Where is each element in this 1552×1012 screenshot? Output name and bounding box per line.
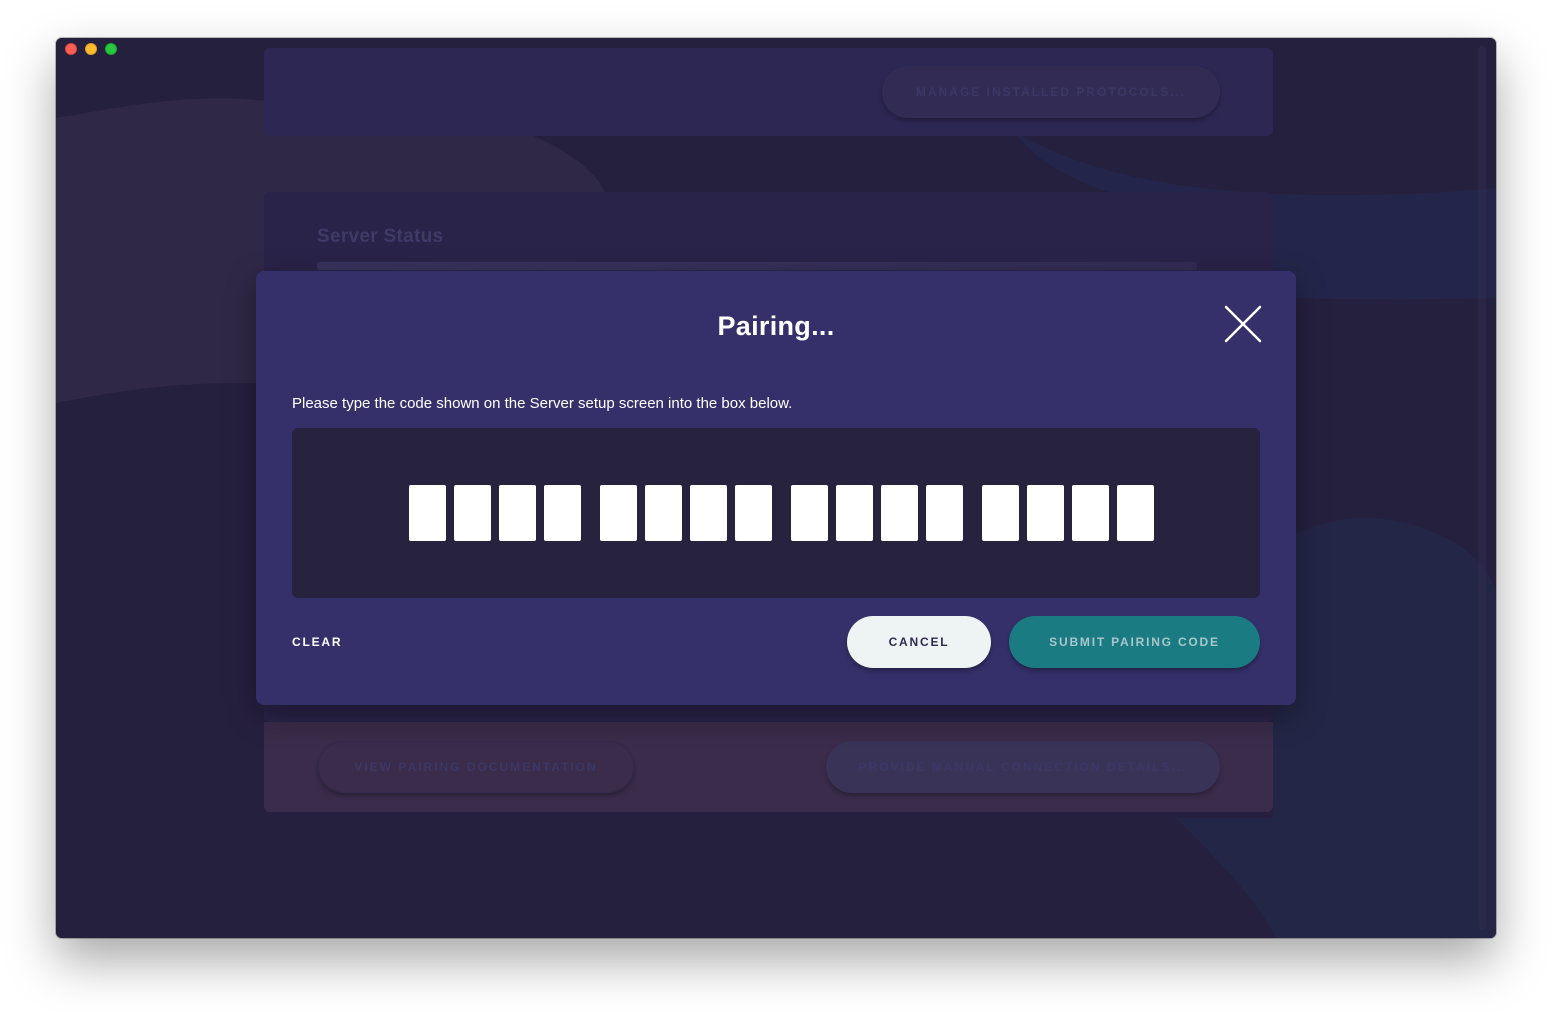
manual-connection-button[interactable]: PROVIDE MANUAL CONNECTION DETAILS...: [826, 741, 1220, 793]
code-char-input[interactable]: [1027, 485, 1064, 541]
window-controls: [65, 43, 117, 55]
code-char-input[interactable]: [499, 485, 536, 541]
code-group-2: [600, 485, 772, 541]
manage-protocols-button[interactable]: MANAGE INSTALLED PROTOCOLS...: [882, 66, 1220, 118]
code-char-input[interactable]: [836, 485, 873, 541]
code-char-input[interactable]: [645, 485, 682, 541]
pairing-code-box: [292, 428, 1260, 598]
cancel-button[interactable]: CANCEL: [847, 616, 991, 668]
view-docs-button[interactable]: VIEW PAIRING DOCUMENTATION: [318, 741, 634, 793]
code-char-input[interactable]: [735, 485, 772, 541]
code-char-input[interactable]: [544, 485, 581, 541]
code-char-input[interactable]: [454, 485, 491, 541]
code-group-1: [409, 485, 581, 541]
window-minimize-button[interactable]: [85, 43, 97, 55]
pairing-instruction: Please type the code shown on the Server…: [292, 395, 793, 412]
app-window: MANAGE INSTALLED PROTOCOLS... Server Sta…: [56, 38, 1496, 938]
code-char-input[interactable]: [1117, 485, 1154, 541]
window-close-button[interactable]: [65, 43, 77, 55]
pairing-code-inputs: [409, 485, 1154, 541]
dialog-title: Pairing...: [717, 311, 835, 341]
server-status-title: Server Status: [317, 226, 444, 247]
code-char-input[interactable]: [881, 485, 918, 541]
code-group-4: [982, 485, 1154, 541]
submit-pairing-code-button[interactable]: SUBMIT PAIRING CODE: [1009, 616, 1260, 668]
code-group-3: [791, 485, 963, 541]
clear-button[interactable]: CLEAR: [292, 635, 342, 649]
code-char-input[interactable]: [409, 485, 446, 541]
close-icon[interactable]: [1223, 304, 1263, 344]
code-char-input[interactable]: [791, 485, 828, 541]
pairing-dialog: Pairing... Please type the code shown on…: [256, 271, 1296, 705]
window-maximize-button[interactable]: [105, 43, 117, 55]
code-char-input[interactable]: [982, 485, 1019, 541]
code-char-input[interactable]: [1072, 485, 1109, 541]
code-char-input[interactable]: [926, 485, 963, 541]
server-status-description: [317, 262, 1197, 270]
code-char-input[interactable]: [600, 485, 637, 541]
code-char-input[interactable]: [690, 485, 727, 541]
